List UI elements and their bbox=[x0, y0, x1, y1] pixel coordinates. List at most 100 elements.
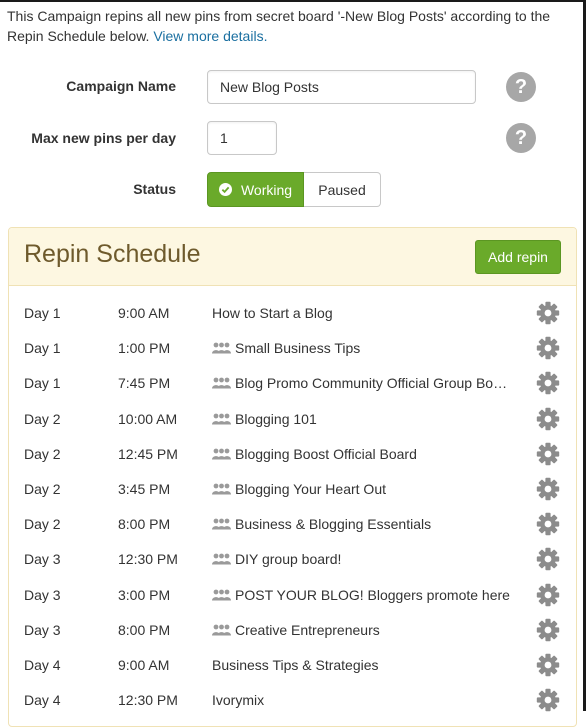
gear-icon[interactable] bbox=[536, 477, 560, 501]
row-board: Creative Entrepreneurs bbox=[212, 622, 517, 638]
schedule-row: Day 1 1:00 PM Small Business Tips bbox=[9, 331, 576, 366]
gear-icon[interactable] bbox=[536, 512, 560, 536]
gear-icon[interactable] bbox=[536, 653, 560, 677]
group-board-icon bbox=[212, 624, 231, 636]
row-board-name: Ivorymix bbox=[212, 692, 265, 709]
campaign-name-input[interactable] bbox=[207, 70, 476, 104]
status-toggle: Working Paused bbox=[207, 172, 381, 207]
row-day: Day 1 bbox=[24, 375, 61, 392]
schedule-row: Day 2 12:45 PM Blogging Boost Official B… bbox=[9, 437, 576, 472]
status-working-label: Working bbox=[240, 181, 293, 198]
row-day: Day 1 bbox=[24, 340, 61, 357]
repin-schedule-panel: Repin Schedule Add repin Day 1 9:00 AM H… bbox=[8, 227, 577, 727]
schedule-row: Day 4 12:30 PM Ivorymix bbox=[9, 683, 576, 718]
row-time: 3:00 PM bbox=[118, 586, 171, 603]
row-day: Day 4 bbox=[24, 656, 61, 673]
row-board-name: Small Business Tips bbox=[235, 340, 361, 357]
row-time: 3:45 PM bbox=[118, 480, 171, 497]
schedule-row: Day 4 9:00 AM Business Tips & Strategies bbox=[9, 648, 576, 683]
row-day: Day 1 bbox=[24, 305, 61, 321]
group-board-icon bbox=[212, 377, 231, 389]
row-board-name: Business & Blogging Essentials bbox=[235, 516, 432, 533]
add-repin-button[interactable]: Add repin bbox=[475, 240, 561, 274]
status-paused-button[interactable]: Paused bbox=[304, 172, 381, 207]
row-day: Day 2 bbox=[24, 480, 61, 497]
row-board: Blog Promo Community Official Group Bo… bbox=[212, 375, 517, 391]
row-day: Day 3 bbox=[24, 551, 61, 568]
row-board: Small Business Tips bbox=[212, 340, 517, 356]
schedule-row: Day 1 7:45 PM Blog Promo Community Offic… bbox=[9, 366, 576, 401]
row-board: Business Tips & Strategies bbox=[212, 657, 517, 673]
row-board-name: Blogging Boost Official Board bbox=[235, 445, 417, 462]
gear-icon[interactable] bbox=[536, 583, 560, 607]
row-day: Day 3 bbox=[24, 621, 61, 638]
row-board-name: Creative Entrepreneurs bbox=[235, 621, 380, 638]
schedule-row: Day 3 8:00 PM Creative Entrepreneurs bbox=[9, 613, 576, 648]
row-time: 8:00 PM bbox=[118, 621, 171, 638]
group-board-icon bbox=[212, 342, 231, 354]
row-board: DIY group board! bbox=[212, 551, 517, 567]
row-board: Ivorymix bbox=[212, 692, 517, 708]
campaign-name-label: Campaign Name bbox=[66, 78, 176, 94]
check-circle-icon bbox=[218, 183, 232, 196]
row-board-name: Business Tips & Strategies bbox=[212, 656, 379, 673]
schedule-row: Day 1 9:00 AM How to Start a Blog bbox=[9, 296, 576, 331]
gear-icon[interactable] bbox=[536, 407, 560, 431]
row-board-name: DIY group board! bbox=[235, 551, 342, 568]
max-pins-help-icon[interactable]: ? bbox=[506, 123, 536, 153]
status-label: Status bbox=[133, 181, 176, 197]
row-board: How to Start a Blog bbox=[212, 305, 517, 321]
row-board-name: POST YOUR BLOG! Bloggers promote here bbox=[235, 586, 510, 603]
row-time: 12:45 PM bbox=[118, 445, 178, 462]
campaign-description: This Campaign repins all new pins from s… bbox=[7, 6, 567, 46]
max-pins-input[interactable] bbox=[207, 121, 277, 155]
group-board-icon bbox=[212, 448, 231, 460]
row-day: Day 2 bbox=[24, 445, 61, 462]
schedule-row: Day 2 8:00 PM Business & Blogging Essent… bbox=[9, 507, 576, 542]
row-time: 10:00 AM bbox=[118, 410, 178, 427]
group-board-icon bbox=[212, 413, 231, 425]
gear-icon[interactable] bbox=[536, 618, 560, 642]
row-board: Blogging Your Heart Out bbox=[212, 481, 517, 497]
row-time: 1:00 PM bbox=[118, 340, 171, 357]
row-board-name: Blogging 101 bbox=[235, 410, 317, 427]
row-time: 8:00 PM bbox=[118, 516, 171, 533]
row-board: Blogging 101 bbox=[212, 411, 517, 427]
gear-icon[interactable] bbox=[536, 336, 560, 360]
row-board-name: Blogging Your Heart Out bbox=[235, 480, 386, 497]
schedule-list: Day 1 9:00 AM How to Start a Blog Day 1 … bbox=[9, 296, 576, 718]
schedule-row: Day 2 3:45 PM Blogging Your Heart Out bbox=[9, 472, 576, 507]
row-day: Day 4 bbox=[24, 692, 61, 709]
row-time: 12:30 PM bbox=[118, 551, 178, 568]
panel-title: Repin Schedule bbox=[24, 240, 201, 268]
panel-header: Repin Schedule Add repin bbox=[9, 228, 576, 286]
row-time: 12:30 PM bbox=[118, 692, 178, 709]
gear-icon[interactable] bbox=[536, 371, 560, 395]
row-board-name: How to Start a Blog bbox=[212, 305, 333, 321]
schedule-row: Day 3 3:00 PM POST YOUR BLOG! Bloggers p… bbox=[9, 578, 576, 613]
campaign-name-help-icon[interactable]: ? bbox=[506, 72, 536, 102]
view-details-link[interactable]: View more details. bbox=[153, 28, 267, 44]
row-time: 9:00 AM bbox=[118, 305, 170, 321]
row-day: Day 2 bbox=[24, 410, 61, 427]
group-board-icon bbox=[212, 589, 231, 600]
row-board-name: Blog Promo Community Official Group Bo… bbox=[235, 375, 508, 392]
group-board-icon bbox=[212, 483, 231, 495]
gear-icon[interactable] bbox=[536, 688, 560, 712]
row-board: POST YOUR BLOG! Bloggers promote here bbox=[212, 587, 517, 603]
row-board: Business & Blogging Essentials bbox=[212, 516, 517, 532]
description-text: This Campaign repins all new pins from s… bbox=[7, 8, 551, 44]
status-working-button[interactable]: Working bbox=[207, 172, 304, 207]
max-pins-label: Max new pins per day bbox=[31, 130, 176, 146]
gear-icon[interactable] bbox=[536, 301, 560, 325]
row-time: 7:45 PM bbox=[118, 375, 171, 392]
gear-icon[interactable] bbox=[536, 442, 560, 466]
row-board: Blogging Boost Official Board bbox=[212, 446, 517, 462]
schedule-row: Day 3 12:30 PM DIY group board! bbox=[9, 542, 576, 577]
group-board-icon bbox=[212, 518, 231, 530]
row-day: Day 2 bbox=[24, 516, 61, 533]
schedule-row: Day 2 10:00 AM Blogging 101 bbox=[9, 402, 576, 437]
gear-icon[interactable] bbox=[536, 547, 560, 571]
row-day: Day 3 bbox=[24, 586, 61, 603]
row-time: 9:00 AM bbox=[118, 656, 170, 673]
